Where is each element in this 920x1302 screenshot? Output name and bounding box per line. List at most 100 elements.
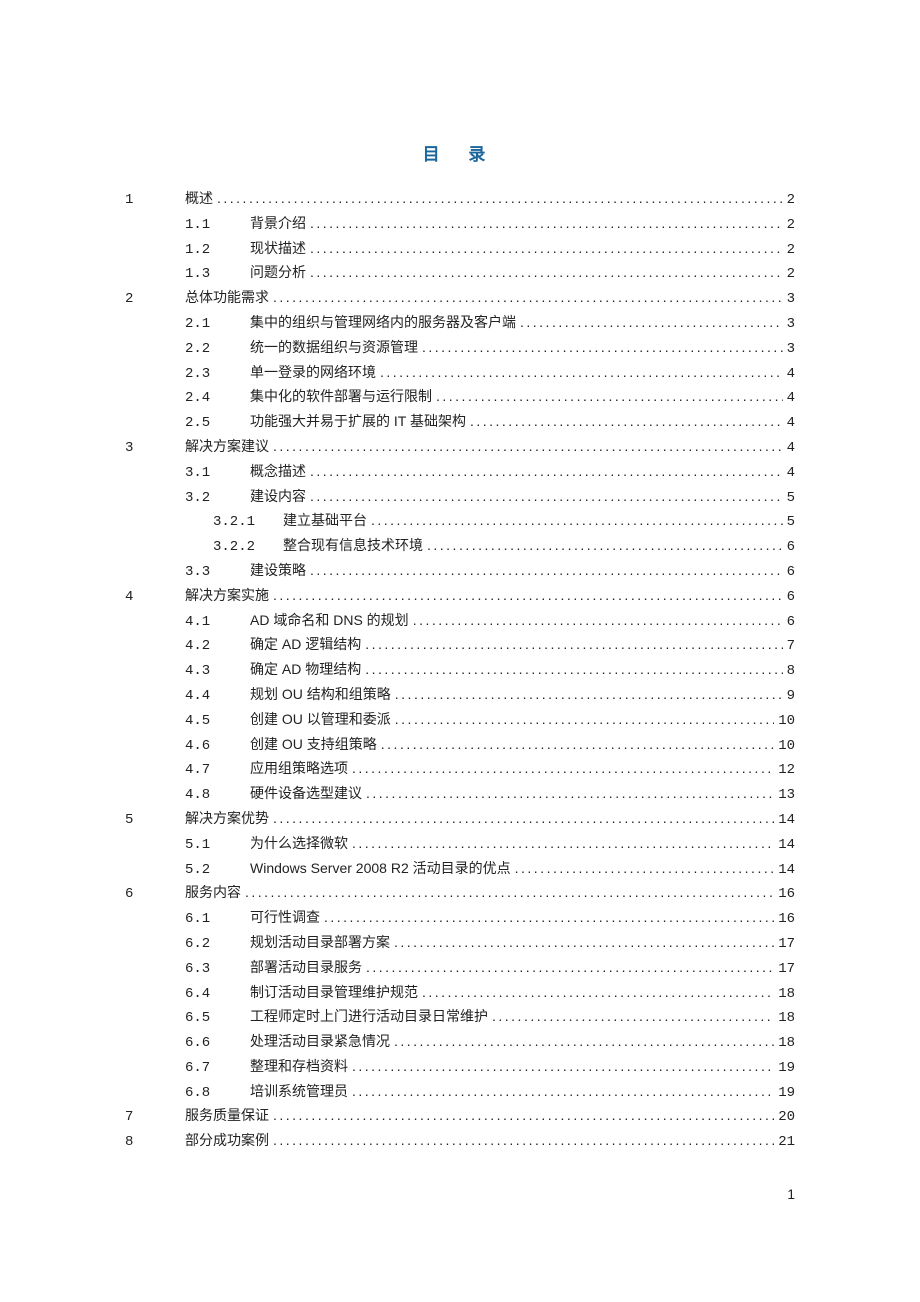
toc-section-number: 2.3 — [185, 363, 250, 386]
toc-leader-dots: ........................................… — [381, 733, 774, 756]
toc-page-ref: 10 — [774, 735, 795, 758]
toc-entry: 6.7整理和存档资料..............................… — [125, 1055, 795, 1080]
toc-label: 可行性调查 — [250, 906, 324, 929]
toc-entry: 3.1概念描述.................................… — [125, 460, 795, 485]
toc-section-number: 5.1 — [185, 834, 250, 857]
toc-entry: 2总体功能需求.................................… — [125, 286, 795, 311]
toc-page-ref: 4 — [783, 462, 795, 485]
toc-section-number: 3.1 — [185, 462, 250, 485]
toc-section-number: 2.2 — [185, 338, 250, 361]
toc-leader-dots: ........................................… — [413, 609, 783, 632]
toc-leader-dots: ........................................… — [365, 658, 782, 681]
toc-leader-dots: ........................................… — [395, 683, 783, 706]
toc-section-number: 4.3 — [185, 660, 250, 683]
toc-page-ref: 3 — [783, 288, 795, 311]
toc-section-number: 6.4 — [185, 983, 250, 1006]
toc-leader-dots: ........................................… — [394, 931, 774, 954]
toc-entry: 2.2统一的数据组织与资源管理.........................… — [125, 336, 795, 361]
toc-leader-dots: ........................................… — [394, 1030, 774, 1053]
toc-entry: 4.7应用组策略选项..............................… — [125, 757, 795, 782]
toc-label: 确定 AD 物理结构 — [250, 658, 365, 681]
toc-entry: 1.3问题分析.................................… — [125, 261, 795, 286]
toc-label: 处理活动目录紧急情况 — [250, 1030, 394, 1053]
toc-page-ref: 4 — [783, 387, 795, 410]
toc-label: AD 域命名和 DNS 的规划 — [250, 609, 413, 632]
toc-leader-dots: ........................................… — [310, 559, 783, 582]
toc-chapter-number: 5 — [125, 809, 185, 832]
toc-page-ref: 2 — [783, 214, 795, 237]
toc-page-ref: 16 — [774, 883, 795, 906]
toc-label: 背景介绍 — [250, 212, 310, 235]
toc-leader-dots: ........................................… — [366, 782, 774, 805]
toc-section-number: 1.1 — [185, 214, 250, 237]
toc-page-ref: 6 — [783, 536, 795, 559]
toc-leader-dots: ........................................… — [273, 1129, 774, 1152]
toc-entry: 4解决方案实施.................................… — [125, 584, 795, 609]
toc-section-number: 3.2 — [185, 487, 250, 510]
toc-chapter-number: 8 — [125, 1131, 185, 1154]
toc-label: 部分成功案例 — [185, 1129, 273, 1152]
toc-entry: 8部分成功案例.................................… — [125, 1129, 795, 1154]
toc-page-ref: 18 — [774, 1032, 795, 1055]
toc-leader-dots: ........................................… — [470, 410, 783, 433]
toc-label: 单一登录的网络环境 — [250, 361, 380, 384]
toc-page-ref: 4 — [783, 437, 795, 460]
toc-page-ref: 2 — [783, 239, 795, 262]
toc-section-number: 2.5 — [185, 412, 250, 435]
toc-leader-dots: ........................................… — [436, 385, 783, 408]
toc-page-ref: 14 — [774, 809, 795, 832]
toc-label: 整合现有信息技术环境 — [283, 534, 427, 557]
toc-leader-dots: ........................................… — [422, 981, 774, 1004]
toc-leader-dots: ........................................… — [371, 509, 783, 532]
toc-page-ref: 19 — [774, 1082, 795, 1105]
toc-leader-dots: ........................................… — [273, 584, 783, 607]
toc-entry: 6.4制订活动目录管理维护规范.........................… — [125, 981, 795, 1006]
toc-entry: 3.2.1建立基础平台.............................… — [125, 509, 795, 534]
toc-subsection-number: 3.2.1 — [213, 511, 283, 534]
toc-page-ref: 12 — [774, 759, 795, 782]
toc-label: 整理和存档资料 — [250, 1055, 352, 1078]
toc-label: 规划 OU 结构和组策略 — [250, 683, 395, 706]
toc-entry: 2.1集中的组织与管理网络内的服务器及客户端..................… — [125, 311, 795, 336]
toc-label: 建设策略 — [250, 559, 310, 582]
toc-chapter-number: 7 — [125, 1106, 185, 1129]
toc-page-ref: 18 — [774, 1007, 795, 1030]
toc-section-number: 4.6 — [185, 735, 250, 758]
toc-label: 工程师定时上门进行活动目录日常维护 — [250, 1005, 492, 1028]
toc-entry: 6.2规划活动目录部署方案...........................… — [125, 931, 795, 956]
toc-label: 问题分析 — [250, 261, 310, 284]
toc-section-number: 6.1 — [185, 908, 250, 931]
toc-label: 部署活动目录服务 — [250, 956, 366, 979]
toc-page-ref: 19 — [774, 1057, 795, 1080]
toc-leader-dots: ........................................… — [273, 435, 783, 458]
toc-section-number: 2.4 — [185, 387, 250, 410]
toc-section-number: 1.2 — [185, 239, 250, 262]
toc-page-ref: 17 — [774, 958, 795, 981]
toc-page-ref: 6 — [783, 586, 795, 609]
toc-chapter-number: 1 — [125, 189, 185, 212]
toc-leader-dots: ........................................… — [352, 1080, 774, 1103]
toc-label: 为什么选择微软 — [250, 832, 352, 855]
toc-label: 统一的数据组织与资源管理 — [250, 336, 422, 359]
toc-entry: 4.1AD 域命名和 DNS 的规划......................… — [125, 609, 795, 634]
toc-label: 建设内容 — [250, 485, 310, 508]
toc-entry: 6.6处理活动目录紧急情况...........................… — [125, 1030, 795, 1055]
toc-entry: 5.1为什么选择微软..............................… — [125, 832, 795, 857]
toc-leader-dots: ........................................… — [324, 906, 774, 929]
toc-page-ref: 17 — [774, 933, 795, 956]
toc-section-number: 5.2 — [185, 859, 250, 882]
table-of-contents: 1概述.....................................… — [125, 187, 795, 1154]
toc-label: 确定 AD 逻辑结构 — [250, 633, 365, 656]
toc-leader-dots: ........................................… — [310, 460, 783, 483]
toc-leader-dots: ........................................… — [273, 807, 774, 830]
toc-section-number: 4.5 — [185, 710, 250, 733]
toc-entry: 1.2现状描述.................................… — [125, 237, 795, 262]
toc-entry: 4.2确定 AD 逻辑结构...........................… — [125, 633, 795, 658]
toc-entry: 5解决方案优势.................................… — [125, 807, 795, 832]
toc-page-ref: 5 — [783, 487, 795, 510]
toc-entry: 6.8培训系统管理员..............................… — [125, 1080, 795, 1105]
toc-entry: 6.1可行性调查................................… — [125, 906, 795, 931]
toc-label: 集中化的软件部署与运行限制 — [250, 385, 436, 408]
toc-leader-dots: ........................................… — [395, 708, 774, 731]
toc-page-ref: 9 — [783, 685, 795, 708]
